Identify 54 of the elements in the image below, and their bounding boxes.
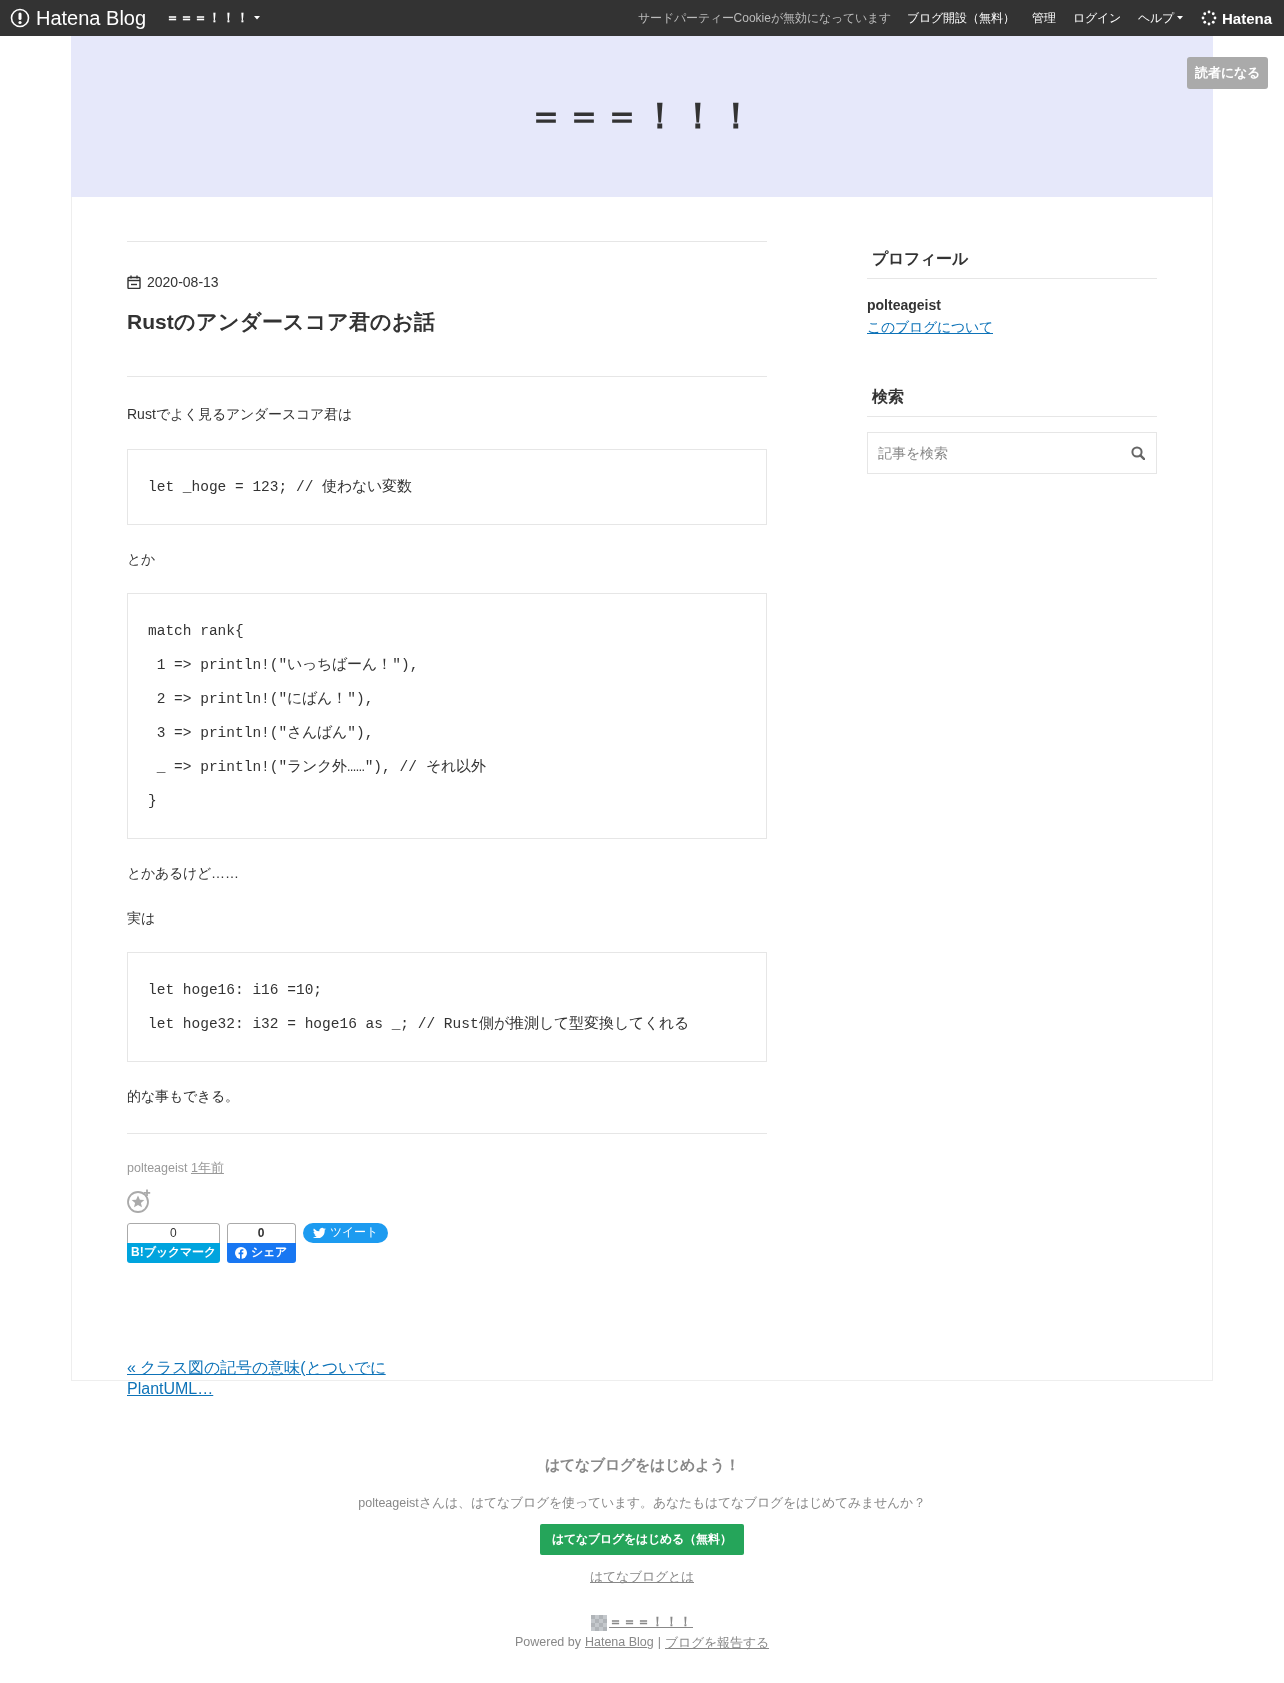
body-text: とか	[127, 549, 156, 569]
code-line: 3 => println!("さんばん"),	[155, 724, 375, 744]
nav-link[interactable]: ログイン	[1072, 9, 1121, 27]
bookmark-button[interactable]: B!ブックマーク	[127, 1242, 220, 1263]
bird-icon	[312, 1227, 326, 1239]
cta-text: polteageistさんは、はてなブログを使っています。あなたもはてなブログをはじめてみませんか？	[358, 1495, 926, 1512]
author-name[interactable]: polteageist	[127, 1160, 188, 1175]
share-count: 0	[226, 1222, 296, 1243]
code-line: _ => println!("ランク外……"), // それ以外	[155, 757, 487, 778]
about-hatena-blog-link[interactable]: はてなブログとは	[590, 1569, 694, 1586]
tweet-button[interactable]: ツイート	[302, 1222, 388, 1243]
code-line: 1 => println!("いっちばーん！"),	[155, 656, 420, 676]
report-blog-link[interactable]: ブログを報告する	[665, 1635, 770, 1652]
hatena-blog-link[interactable]: Hatena Blog	[584, 1635, 654, 1652]
facebook-share-button[interactable]: シェア	[226, 1242, 296, 1263]
code-line: let hoge16: i16 =10;	[148, 981, 324, 1001]
hatena-blog-logo-icon[interactable]	[10, 8, 30, 28]
code-line: }	[148, 792, 158, 812]
nav-link[interactable]: ヘルプ	[1137, 9, 1183, 27]
hatena-dots-icon[interactable]	[1199, 9, 1218, 27]
blog-title[interactable]: ＝＝＝！！！	[528, 92, 756, 141]
previous-entry-link[interactable]: « クラス図の記号の意味(とついでにPlantUML…	[127, 1357, 397, 1400]
body-text: 実は	[127, 908, 156, 928]
search-icon[interactable]	[1131, 446, 1145, 460]
module-title: 検索	[867, 387, 1157, 417]
blog-link[interactable]: ＝＝＝！！！	[609, 1614, 693, 1631]
calendar-icon	[127, 275, 141, 289]
bookmark-count: 0	[127, 1222, 220, 1243]
logo-text[interactable]: Hatena Blog	[36, 6, 147, 30]
code-line: let hoge32: i32 = hoge16 as _; // Rust側が推測して型変換してくれる	[148, 1014, 690, 1035]
post-time-link[interactable]: 1年前	[190, 1160, 224, 1175]
nav-link[interactable]: ブログ開設（無料）	[906, 9, 1015, 27]
code-line: match rank{	[148, 622, 245, 642]
body-text: とかあるけど……	[127, 864, 240, 884]
facebook-icon	[235, 1246, 248, 1259]
brand-text[interactable]: Hatena	[1221, 9, 1272, 27]
code-line: let _hoge = 123; // 使わない変数	[148, 477, 414, 497]
cta-heading: はてなブログをはじめよう！	[544, 1456, 740, 1475]
code-line: 2 => println!("にばん！"),	[155, 690, 375, 710]
body-text: Rustでよく見るアンダースコア君は	[127, 405, 353, 424]
nav-link[interactable]: 管理	[1031, 9, 1056, 27]
profile-name[interactable]: polteageist	[867, 297, 1157, 313]
start-blog-button[interactable]: はてなブログをはじめる（無料）	[540, 1524, 744, 1555]
entry-date[interactable]: 2020-08-13	[147, 274, 219, 290]
cookie-notice: サードパーティーCookieが無効になっています	[637, 9, 891, 27]
about-blog-link[interactable]: このブログについて	[867, 319, 993, 337]
module-title: プロフィール	[867, 249, 1157, 279]
caret-icon	[254, 16, 261, 20]
article-title[interactable]: Rustのアンダースコア君のお話	[127, 308, 767, 336]
blog-menu[interactable]: ＝＝＝！！！	[166, 9, 261, 27]
separator-text: |	[657, 1635, 662, 1651]
powered-by-text: Powered by	[514, 1635, 581, 1651]
search-field[interactable]: 記事を検索	[867, 432, 1157, 474]
body-text: 的な事もできる。	[127, 1087, 240, 1107]
